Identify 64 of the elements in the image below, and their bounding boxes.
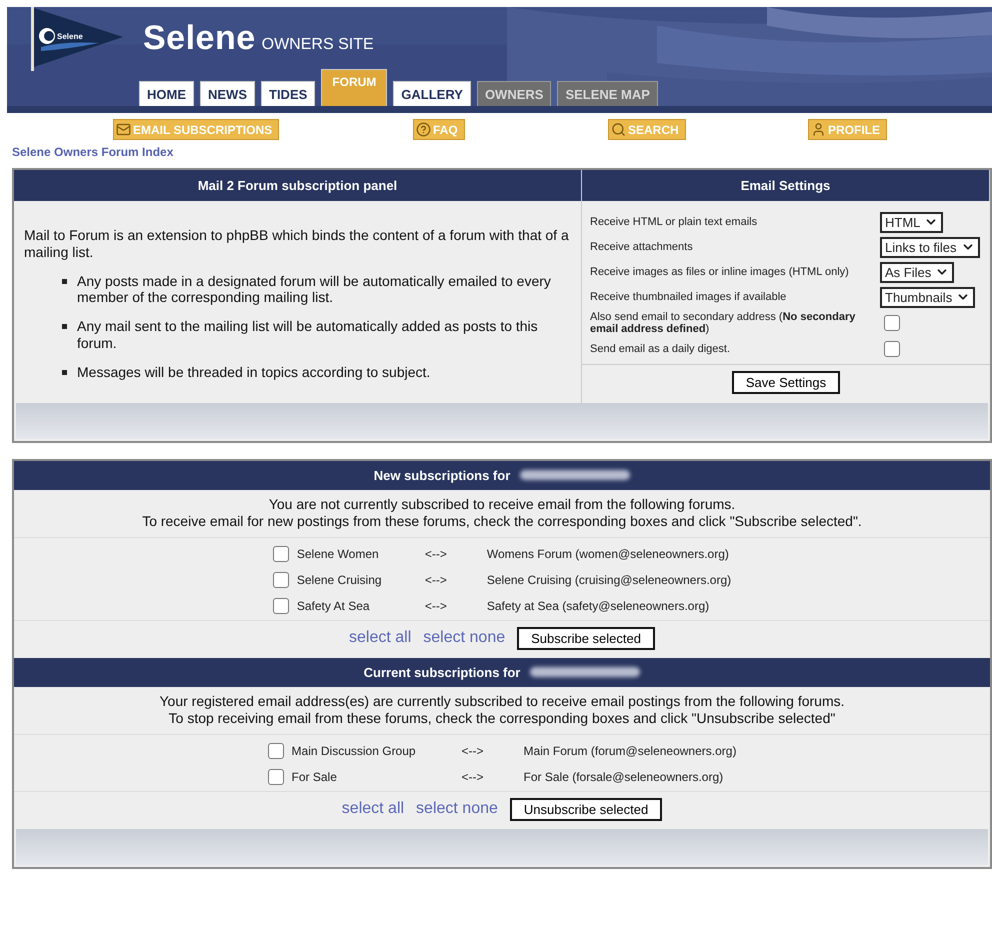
mailing-list: Selene Cruising (cruising@seleneowners.org) <box>486 572 732 587</box>
setting-label: Receive thumbnailed images if available <box>590 291 788 303</box>
forum-name: Selene Cruising <box>296 572 383 587</box>
mailing-list: For Sale (forsale@seleneowners.org) <box>524 770 736 784</box>
section-title: Current subscriptions for <box>364 664 520 680</box>
search-icon <box>611 122 626 137</box>
setting-label: Also send email to secondary address (No secondary email address defined) <box>590 311 856 335</box>
nav-tab[interactable]: NEWS <box>200 81 255 106</box>
question-icon <box>416 122 431 137</box>
checkbox[interactable] <box>884 341 900 357</box>
bullet-icon <box>62 370 67 375</box>
submit-button[interactable]: Subscribe selected <box>517 626 655 650</box>
dropdown[interactable]: Links to files <box>880 236 980 258</box>
link-arrow: <--> <box>424 598 448 613</box>
site-tagline: OWNERS SITE <box>262 36 374 54</box>
section-note: Your registered email address(es) are currently subscribed to receive email postings from the following forums. To stop receiving email from these forums, check the corresponding boxes and click "Unsubscribe selected" <box>14 686 990 735</box>
intro-text: Mail to Forum is an extension to phpBB which binds the content of a forum with that of a mailing list. <box>24 227 570 261</box>
section-title: New subscriptions for <box>374 468 510 483</box>
setting-label: Send email as a daily digest. <box>590 343 732 355</box>
forum-index-link[interactable]: Selene Owners Forum Index <box>12 145 174 159</box>
nav-tab[interactable]: TIDES <box>261 81 316 106</box>
forum-name: Selene Women <box>296 546 380 561</box>
nav-tab[interactable]: GALLERY <box>393 81 471 106</box>
select-all-link[interactable]: select all <box>349 629 412 648</box>
link-arrow: <--> <box>424 546 448 561</box>
forum-name: For Sale <box>292 770 338 784</box>
select-all-link[interactable]: select all <box>342 800 404 818</box>
checkbox[interactable] <box>272 572 289 588</box>
panel-header: Email Settings <box>582 170 990 201</box>
link-arrow: <--> <box>462 744 485 758</box>
bullet-text: Any mail sent to the mailing list will be automatically added as posts to this forum. <box>77 318 539 352</box>
mailing-list: Main Forum (forum@seleneowners.org) <box>524 744 736 758</box>
pennant-logo: Selene <box>29 7 125 71</box>
dropdown[interactable]: HTML <box>880 212 944 232</box>
select-none-link[interactable]: select none <box>416 800 498 818</box>
bullet-text: Any posts made in a designated forum will be automatically emailed to every member of the corresponding mailing list. <box>77 272 552 306</box>
setting-label: Receive HTML or plain text emails <box>590 216 758 228</box>
bullet-icon <box>62 278 67 284</box>
select-none-link[interactable]: select none <box>423 629 506 648</box>
checkbox[interactable] <box>272 546 289 562</box>
envelope-icon <box>116 122 131 137</box>
save-button[interactable]: Save Settings <box>732 371 840 394</box>
setting-label: Receive attachments <box>590 241 694 253</box>
dropdown[interactable]: Thumbnails <box>880 286 976 308</box>
forum-name: Main Discussion Group <box>292 744 417 758</box>
bullet-text: Messages will be threaded in topics according to subject. <box>77 364 430 381</box>
checkbox[interactable] <box>272 598 289 614</box>
nav-tab[interactable]: HOME <box>139 81 194 106</box>
panel-header: Mail 2 Forum subscription panel <box>14 170 582 201</box>
setting-label: Receive images as files or inline images (HTML only) <box>590 266 850 278</box>
link-arrow: <--> <box>462 770 485 784</box>
mailing-list: Womens Forum (women@seleneowners.org) <box>486 546 732 561</box>
forum-name: Safety At Sea <box>296 598 371 613</box>
link-arrow: <--> <box>424 572 448 587</box>
site-title: Selene <box>143 18 256 58</box>
dropdown[interactable]: As Files <box>880 262 954 282</box>
checkbox[interactable] <box>268 742 284 759</box>
person-icon <box>811 122 826 137</box>
submit-button[interactable]: Unsubscribe selected <box>510 798 662 821</box>
mailing-list: Safety at Sea (safety@seleneowners.org) <box>486 598 732 613</box>
checkbox[interactable] <box>884 315 900 331</box>
bullet-icon <box>62 324 67 330</box>
checkbox[interactable] <box>268 768 284 785</box>
section-note: You are not currently subscribed to receive email from the following forums. To receive email for new postings from these forums, check the corresponding boxes and click "Subscribe selected". <box>14 490 990 538</box>
